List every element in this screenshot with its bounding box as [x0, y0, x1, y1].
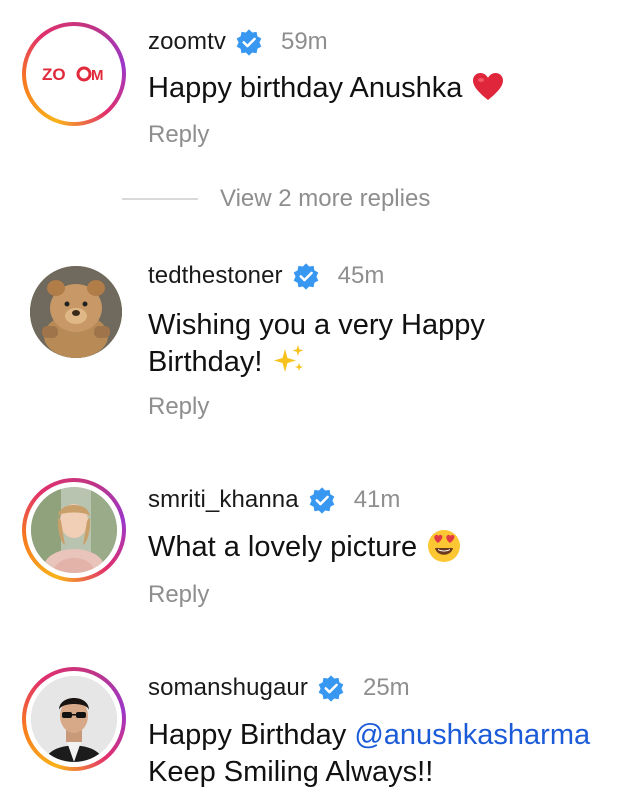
reply-button[interactable]: Reply	[148, 393, 209, 421]
teddy-bear-image	[30, 266, 122, 358]
timestamp: 59m	[280, 28, 328, 55]
comment-text: Happy birthday Anushka	[148, 70, 504, 107]
mention-link[interactable]: @anushkasharma	[354, 719, 590, 751]
comment-text-line2: Keep Smiling Always!!	[148, 756, 434, 788]
comment-text: Happy Birthday @anushkasharma Keep Smili…	[148, 717, 590, 791]
reply-button[interactable]: Reply	[148, 121, 209, 149]
comment-text-content: What a lovely picture	[148, 531, 418, 563]
comment-text: Wishing you a very Happy Birthday!	[148, 307, 485, 381]
view-more-replies-label[interactable]: View 2 more replies	[220, 185, 430, 213]
avatar-zoomtv[interactable]: ZO M ZOOM	[22, 22, 126, 126]
avatar-smriti-khanna[interactable]	[22, 478, 126, 582]
red-heart-emoji	[473, 73, 504, 101]
comment-text-line2: Birthday!	[148, 346, 263, 378]
username[interactable]: smriti_khanna	[148, 486, 299, 514]
username[interactable]: zoomtv	[148, 28, 226, 56]
avatar-somanshugaur[interactable]	[22, 667, 126, 771]
zoom-logo: ZO M	[42, 65, 104, 84]
profile-photo	[31, 676, 117, 762]
svg-text:ZO: ZO	[42, 65, 66, 84]
comment-text-line1: Wishing you a very Happy	[148, 309, 485, 341]
verified-badge-icon	[293, 263, 318, 290]
divider	[122, 198, 198, 200]
view-more-replies[interactable]: View 2 more replies	[122, 182, 430, 216]
reply-button[interactable]: Reply	[148, 581, 209, 609]
timestamp: 25m	[362, 674, 410, 701]
comment-text-line1: Happy Birthday	[148, 719, 347, 751]
verified-badge-icon	[236, 29, 262, 56]
timestamp: 45m	[337, 262, 385, 289]
username[interactable]: tedthestoner	[148, 262, 283, 290]
comment-text-content: Happy birthday Anushka	[148, 72, 463, 104]
verified-badge-icon	[309, 487, 335, 514]
comment-text: What a lovely picture	[148, 529, 461, 566]
verified-badge-icon	[318, 675, 344, 702]
svg-text:M: M	[91, 67, 104, 84]
username[interactable]: somanshugaur	[148, 674, 308, 702]
sparkles-emoji	[274, 345, 304, 373]
timestamp: 41m	[353, 486, 401, 513]
avatar-tedthestoner[interactable]	[24, 260, 128, 364]
profile-photo	[31, 487, 117, 573]
heart-eyes-emoji	[428, 529, 461, 562]
